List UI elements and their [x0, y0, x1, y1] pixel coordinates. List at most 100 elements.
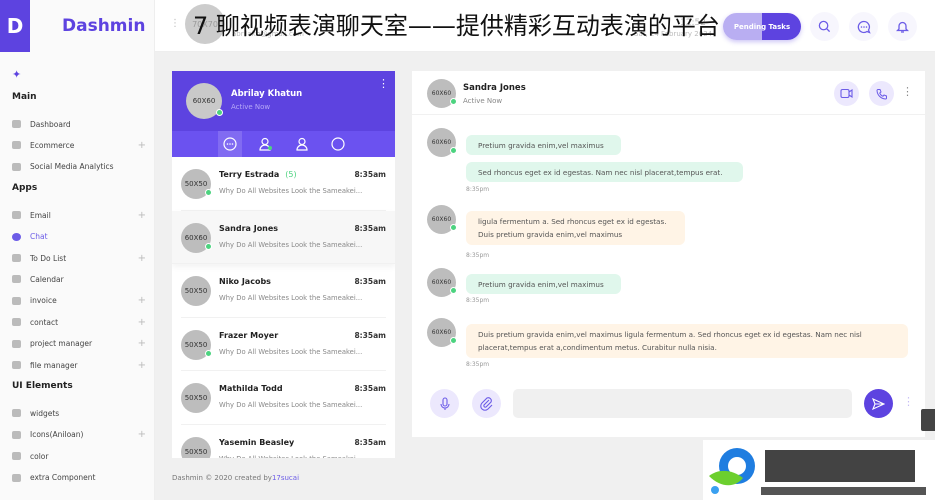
- sidebar-item-label: To Do List: [30, 253, 67, 263]
- chat-more-icon[interactable]: ⋮: [902, 85, 913, 98]
- sidebar-item-icon: [12, 120, 21, 128]
- contact-preview: Why Do All Websites Look the Sameakei...: [219, 187, 363, 195]
- expand-plus-icon[interactable]: +: [138, 140, 146, 151]
- sidebar-item-to-do-list[interactable]: To Do List +: [12, 250, 146, 266]
- phone-call-button[interactable]: [869, 81, 894, 106]
- sidebar-item-label: invoice: [30, 296, 57, 306]
- logo[interactable]: D Dashmin: [0, 0, 154, 52]
- contact-name: Mathilda Todd: [219, 384, 283, 393]
- contact-list-item[interactable]: 50X50 Terry Estrada (5) 8:35am Why Do All…: [181, 157, 386, 211]
- sidebar-item-calendar[interactable]: Calendar: [12, 271, 146, 287]
- tab-chats[interactable]: [217, 131, 242, 157]
- sidebar-item-social-media-analytics[interactable]: Social Media Analytics: [12, 159, 146, 175]
- input-more-icon[interactable]: ⋮: [903, 395, 914, 408]
- contact-preview: Why Do All Websites Look the Sameakei...: [219, 240, 363, 249]
- avatar: 60X60: [427, 128, 457, 157]
- sidebar-item-icon: [12, 296, 21, 305]
- sidebar-item-icon: [12, 339, 21, 348]
- avatar: 50X50: [181, 169, 212, 199]
- avatar: 60X60: [427, 205, 457, 234]
- sidebar-item-label: Email: [30, 210, 51, 220]
- expand-plus-icon[interactable]: +: [138, 338, 146, 349]
- sidebar-item-widgets[interactable]: widgets: [12, 405, 146, 421]
- sidebar-item-label: contact: [30, 317, 59, 327]
- microphone-button[interactable]: [430, 389, 459, 418]
- sidebar-item-icon: [12, 275, 21, 284]
- sidebar-item-ecommerce[interactable]: Ecommerce +: [12, 137, 146, 153]
- sidebar-item-icon: [12, 232, 21, 241]
- video-call-button[interactable]: [834, 81, 859, 106]
- chat-icon[interactable]: [849, 12, 878, 41]
- sidebar-item-icons-aniloan-[interactable]: Icons(Aniloan) +: [12, 427, 146, 443]
- sidebar-item-project-manager[interactable]: project manager +: [12, 336, 146, 352]
- tab-status[interactable]: [326, 131, 350, 157]
- chat-contact-status: Active Now: [463, 97, 503, 105]
- watermark-logo: [703, 440, 935, 500]
- sidebar-item-label: Ecommerce: [30, 140, 75, 150]
- tab-contacts[interactable]: [290, 131, 314, 157]
- sidebar-item-icon: [12, 452, 21, 461]
- pending-tasks-button[interactable]: Pending Tasks: [723, 13, 801, 40]
- sidebar-item-label: project manager: [30, 339, 93, 349]
- menu-dots-icon[interactable]: ⋮: [170, 18, 180, 29]
- contact-list-item[interactable]: 50X50 Niko Jacobs 8:35am Why Do All Webs…: [181, 264, 386, 318]
- sidebar-item-invoice[interactable]: invoice +: [12, 293, 146, 309]
- sidebar-item-file-manager[interactable]: file manager +: [12, 357, 146, 373]
- contact-time: 8:35am: [354, 437, 386, 447]
- sidebar-item-icon: [12, 141, 21, 150]
- avatar: 60X60: [186, 83, 223, 119]
- expand-plus-icon[interactable]: +: [138, 317, 146, 328]
- avatar: 60X60: [427, 268, 457, 297]
- message-time: 8:35pm: [466, 186, 490, 193]
- expand-plus-icon[interactable]: +: [138, 295, 146, 306]
- message-bubble: Sed rhoncus eget ex id egestas. Nam nec …: [466, 162, 743, 182]
- sidebar-item-contact[interactable]: contact +: [12, 314, 146, 330]
- bell-icon[interactable]: [888, 12, 917, 41]
- avatar: 50X50: [181, 276, 211, 306]
- contact-list-item[interactable]: 50X50 Frazer Moyer 8:35am Why Do All Web…: [181, 318, 386, 371]
- message-bubble: Duis pretium gravida enim,vel maximus li…: [466, 324, 908, 358]
- pin-icon[interactable]: ✦: [12, 68, 21, 81]
- contact-name: Yasemin Beasley: [219, 437, 295, 447]
- sidebar-item-chat[interactable]: Chat: [12, 229, 146, 245]
- contact-list-item[interactable]: 60X60 Sandra Jones 8:35am Why Do All Web…: [172, 210, 395, 264]
- logo-mark: D: [0, 0, 30, 52]
- expand-plus-icon[interactable]: +: [138, 360, 146, 371]
- chat-window: 60X60 Sandra Jones Active Now ⋮ 60X60 Pre…: [412, 71, 925, 437]
- expand-plus-icon[interactable]: +: [138, 210, 146, 221]
- send-button[interactable]: [864, 389, 893, 418]
- contact-time: 8:35am: [354, 223, 386, 233]
- sidebar-item-email[interactable]: Email +: [12, 207, 146, 223]
- sidebar-item-color[interactable]: color: [12, 448, 146, 464]
- contact-time: 8:35am: [354, 277, 386, 286]
- sidebar-item-label: Dashboard: [30, 119, 71, 129]
- avatar: 60X60: [427, 79, 457, 108]
- search-icon[interactable]: [810, 12, 839, 41]
- sidebar-item-extra-component[interactable]: extra Component: [12, 470, 146, 486]
- expand-plus-icon[interactable]: +: [138, 253, 146, 264]
- tab-online-users[interactable]: [254, 131, 278, 157]
- contact-name: Sandra Jones: [219, 223, 279, 233]
- chat-list-panel: 60X60 Abrilay Khatun Active Now ⋮ 50X50 …: [172, 71, 395, 458]
- contact-list-item[interactable]: 50X50 Yasemin Beasley 8:35am Why Do All …: [181, 425, 386, 458]
- avatar: 50X50: [181, 383, 211, 413]
- side-widget-tab[interactable]: [921, 409, 935, 431]
- contact-name: Terry Estrada (5): [219, 170, 297, 179]
- sidebar: D Dashmin ✦ Main Dashboard Ecommerce + Socia…: [0, 0, 155, 500]
- message-time: 8:35pm: [466, 361, 490, 368]
- sidebar-section-title: Apps: [12, 183, 38, 194]
- current-user-name: Abrilay Khatun: [231, 89, 303, 99]
- message-bubble: ligula fermentum a. Sed rhoncus eget ex …: [466, 211, 685, 245]
- sidebar-item-dashboard[interactable]: Dashboard: [12, 116, 146, 132]
- watermark-wordmark: [761, 450, 926, 495]
- message-input[interactable]: [513, 389, 852, 418]
- chat-header: 60X60 Sandra Jones Active Now ⋮: [412, 71, 925, 115]
- message-bubble: Pretium gravida enim,vel maximus: [466, 274, 621, 294]
- expand-plus-icon[interactable]: +: [138, 429, 146, 440]
- sidebar-item-label: file manager: [30, 360, 78, 370]
- contact-name: Niko Jacobs: [219, 277, 271, 286]
- attach-button[interactable]: [472, 389, 501, 418]
- more-options-icon[interactable]: ⋮: [378, 77, 389, 90]
- footer-link[interactable]: 17sucai: [272, 474, 299, 482]
- contact-list-item[interactable]: 50X50 Mathilda Todd 8:35am Why Do All We…: [181, 371, 386, 425]
